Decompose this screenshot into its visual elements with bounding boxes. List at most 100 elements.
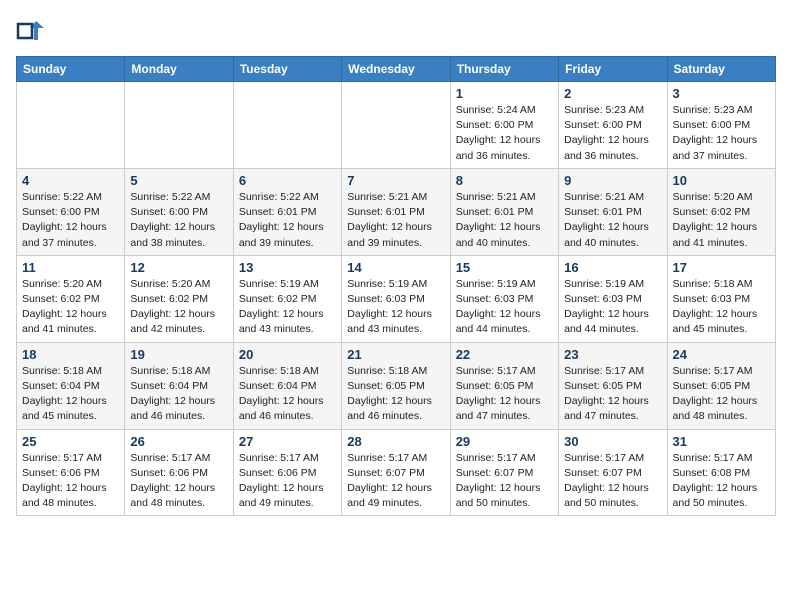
day-info: Sunrise: 5:17 AM Sunset: 6:06 PM Dayligh… xyxy=(239,451,336,512)
day-number: 3 xyxy=(673,86,770,101)
calendar-cell: 7Sunrise: 5:21 AM Sunset: 6:01 PM Daylig… xyxy=(342,168,450,255)
day-number: 6 xyxy=(239,173,336,188)
day-info: Sunrise: 5:20 AM Sunset: 6:02 PM Dayligh… xyxy=(22,277,119,338)
day-number: 26 xyxy=(130,434,227,449)
day-number: 1 xyxy=(456,86,553,101)
day-number: 11 xyxy=(22,260,119,275)
weekday-header: Monday xyxy=(125,57,233,82)
day-number: 30 xyxy=(564,434,661,449)
day-number: 15 xyxy=(456,260,553,275)
calendar-cell: 21 Sunrise: 5:18 AM Sunset: 6:05 PM Dayli… xyxy=(342,342,450,429)
day-number: 14 xyxy=(347,260,444,275)
calendar-week-row: 1 Sunrise: 5:24 AM Sunset: 6:00 PM Daylig… xyxy=(17,82,776,169)
day-info: Sunrise: 5:22 AM Sunset: 6:00 PM Dayligh… xyxy=(22,190,119,251)
logo-icon xyxy=(16,16,44,44)
calendar-cell: 18 Sunrise: 5:18 AM Sunset: 6:04 PM Dayli… xyxy=(17,342,125,429)
weekday-header: Tuesday xyxy=(233,57,341,82)
weekday-header: Friday xyxy=(559,57,667,82)
day-number: 9 xyxy=(564,173,661,188)
weekday-header: Wednesday xyxy=(342,57,450,82)
calendar-cell: 9Sunrise: 5:21 AM Sunset: 6:01 PM Daylig… xyxy=(559,168,667,255)
logo xyxy=(16,16,46,44)
calendar-cell: 5 Sunrise: 5:22 AM Sunset: 6:00 PM Daylig… xyxy=(125,168,233,255)
calendar-cell: 15Sunrise: 5:19 AM Sunset: 6:03 PM Dayli… xyxy=(450,255,558,342)
calendar-cell: 24 Sunrise: 5:17 AM Sunset: 6:05 PM Dayli… xyxy=(667,342,775,429)
day-number: 16 xyxy=(564,260,661,275)
day-number: 5 xyxy=(130,173,227,188)
day-number: 22 xyxy=(456,347,553,362)
calendar-cell: 29 Sunrise: 5:17 AM Sunset: 6:07 PM Dayli… xyxy=(450,429,558,516)
calendar-cell xyxy=(233,82,341,169)
day-number: 27 xyxy=(239,434,336,449)
day-info: Sunrise: 5:19 AM Sunset: 6:03 PM Dayligh… xyxy=(347,277,444,338)
day-info: Sunrise: 5:17 AM Sunset: 6:07 PM Dayligh… xyxy=(564,451,661,512)
day-info: Sunrise: 5:22 AM Sunset: 6:01 PM Dayligh… xyxy=(239,190,336,251)
calendar-cell: 8 Sunrise: 5:21 AM Sunset: 6:01 PM Daylig… xyxy=(450,168,558,255)
day-number: 12 xyxy=(130,260,227,275)
day-info: Sunrise: 5:23 AM Sunset: 6:00 PM Dayligh… xyxy=(564,103,661,164)
calendar-cell: 12 Sunrise: 5:20 AM Sunset: 6:02 PM Dayli… xyxy=(125,255,233,342)
calendar-header: SundayMondayTuesdayWednesdayThursdayFrid… xyxy=(17,57,776,82)
day-info: Sunrise: 5:17 AM Sunset: 6:05 PM Dayligh… xyxy=(564,364,661,425)
day-info: Sunrise: 5:17 AM Sunset: 6:06 PM Dayligh… xyxy=(22,451,119,512)
day-number: 31 xyxy=(673,434,770,449)
day-info: Sunrise: 5:18 AM Sunset: 6:04 PM Dayligh… xyxy=(22,364,119,425)
calendar-cell: 25 Sunrise: 5:17 AM Sunset: 6:06 PM Dayli… xyxy=(17,429,125,516)
day-info: Sunrise: 5:17 AM Sunset: 6:05 PM Dayligh… xyxy=(456,364,553,425)
day-info: Sunrise: 5:19 AM Sunset: 6:03 PM Dayligh… xyxy=(564,277,661,338)
calendar-cell: 3 Sunrise: 5:23 AM Sunset: 6:00 PM Daylig… xyxy=(667,82,775,169)
day-number: 24 xyxy=(673,347,770,362)
weekday-header: Thursday xyxy=(450,57,558,82)
calendar-cell: 6 Sunrise: 5:22 AM Sunset: 6:01 PM Daylig… xyxy=(233,168,341,255)
day-info: Sunrise: 5:18 AM Sunset: 6:05 PM Dayligh… xyxy=(347,364,444,425)
day-info: Sunrise: 5:24 AM Sunset: 6:00 PM Dayligh… xyxy=(456,103,553,164)
day-info: Sunrise: 5:22 AM Sunset: 6:00 PM Dayligh… xyxy=(130,190,227,251)
day-number: 20 xyxy=(239,347,336,362)
day-info: Sunrise: 5:17 AM Sunset: 6:08 PM Dayligh… xyxy=(673,451,770,512)
calendar-week-row: 18 Sunrise: 5:18 AM Sunset: 6:04 PM Dayli… xyxy=(17,342,776,429)
calendar-cell: 13 Sunrise: 5:19 AM Sunset: 6:02 PM Dayli… xyxy=(233,255,341,342)
day-number: 8 xyxy=(456,173,553,188)
calendar-cell: 26 Sunrise: 5:17 AM Sunset: 6:06 PM Dayli… xyxy=(125,429,233,516)
calendar-cell: 14 Sunrise: 5:19 AM Sunset: 6:03 PM Dayli… xyxy=(342,255,450,342)
calendar-cell: 1 Sunrise: 5:24 AM Sunset: 6:00 PM Daylig… xyxy=(450,82,558,169)
calendar-week-row: 25 Sunrise: 5:17 AM Sunset: 6:06 PM Dayli… xyxy=(17,429,776,516)
day-info: Sunrise: 5:20 AM Sunset: 6:02 PM Dayligh… xyxy=(130,277,227,338)
day-info: Sunrise: 5:18 AM Sunset: 6:04 PM Dayligh… xyxy=(239,364,336,425)
day-info: Sunrise: 5:17 AM Sunset: 6:05 PM Dayligh… xyxy=(673,364,770,425)
day-info: Sunrise: 5:17 AM Sunset: 6:06 PM Dayligh… xyxy=(130,451,227,512)
day-number: 21 xyxy=(347,347,444,362)
calendar-table: SundayMondayTuesdayWednesdayThursdayFrid… xyxy=(16,56,776,516)
day-number: 13 xyxy=(239,260,336,275)
day-info: Sunrise: 5:17 AM Sunset: 6:07 PM Dayligh… xyxy=(347,451,444,512)
calendar-cell: 31 Sunrise: 5:17 AM Sunset: 6:08 PM Dayli… xyxy=(667,429,775,516)
day-info: Sunrise: 5:17 AM Sunset: 6:07 PM Dayligh… xyxy=(456,451,553,512)
day-number: 4 xyxy=(22,173,119,188)
page-header xyxy=(16,16,776,44)
day-info: Sunrise: 5:21 AM Sunset: 6:01 PM Dayligh… xyxy=(456,190,553,251)
day-info: Sunrise: 5:23 AM Sunset: 6:00 PM Dayligh… xyxy=(673,103,770,164)
calendar-cell: 22 Sunrise: 5:17 AM Sunset: 6:05 PM Dayli… xyxy=(450,342,558,429)
day-info: Sunrise: 5:18 AM Sunset: 6:03 PM Dayligh… xyxy=(673,277,770,338)
day-number: 19 xyxy=(130,347,227,362)
day-number: 2 xyxy=(564,86,661,101)
calendar-cell xyxy=(125,82,233,169)
day-info: Sunrise: 5:19 AM Sunset: 6:02 PM Dayligh… xyxy=(239,277,336,338)
day-info: Sunrise: 5:20 AM Sunset: 6:02 PM Dayligh… xyxy=(673,190,770,251)
day-number: 25 xyxy=(22,434,119,449)
calendar-cell: 16 Sunrise: 5:19 AM Sunset: 6:03 PM Dayli… xyxy=(559,255,667,342)
calendar-cell: 2 Sunrise: 5:23 AM Sunset: 6:00 PM Daylig… xyxy=(559,82,667,169)
calendar-cell: 10 Sunrise: 5:20 AM Sunset: 6:02 PM Dayli… xyxy=(667,168,775,255)
day-number: 29 xyxy=(456,434,553,449)
calendar-cell: 4 Sunrise: 5:22 AM Sunset: 6:00 PM Daylig… xyxy=(17,168,125,255)
calendar-cell xyxy=(17,82,125,169)
day-info: Sunrise: 5:18 AM Sunset: 6:04 PM Dayligh… xyxy=(130,364,227,425)
day-number: 18 xyxy=(22,347,119,362)
day-number: 10 xyxy=(673,173,770,188)
day-number: 23 xyxy=(564,347,661,362)
calendar-week-row: 4 Sunrise: 5:22 AM Sunset: 6:00 PM Daylig… xyxy=(17,168,776,255)
calendar-cell: 20 Sunrise: 5:18 AM Sunset: 6:04 PM Dayli… xyxy=(233,342,341,429)
day-number: 7 xyxy=(347,173,444,188)
calendar-cell: 30 Sunrise: 5:17 AM Sunset: 6:07 PM Dayli… xyxy=(559,429,667,516)
weekday-header: Sunday xyxy=(17,57,125,82)
